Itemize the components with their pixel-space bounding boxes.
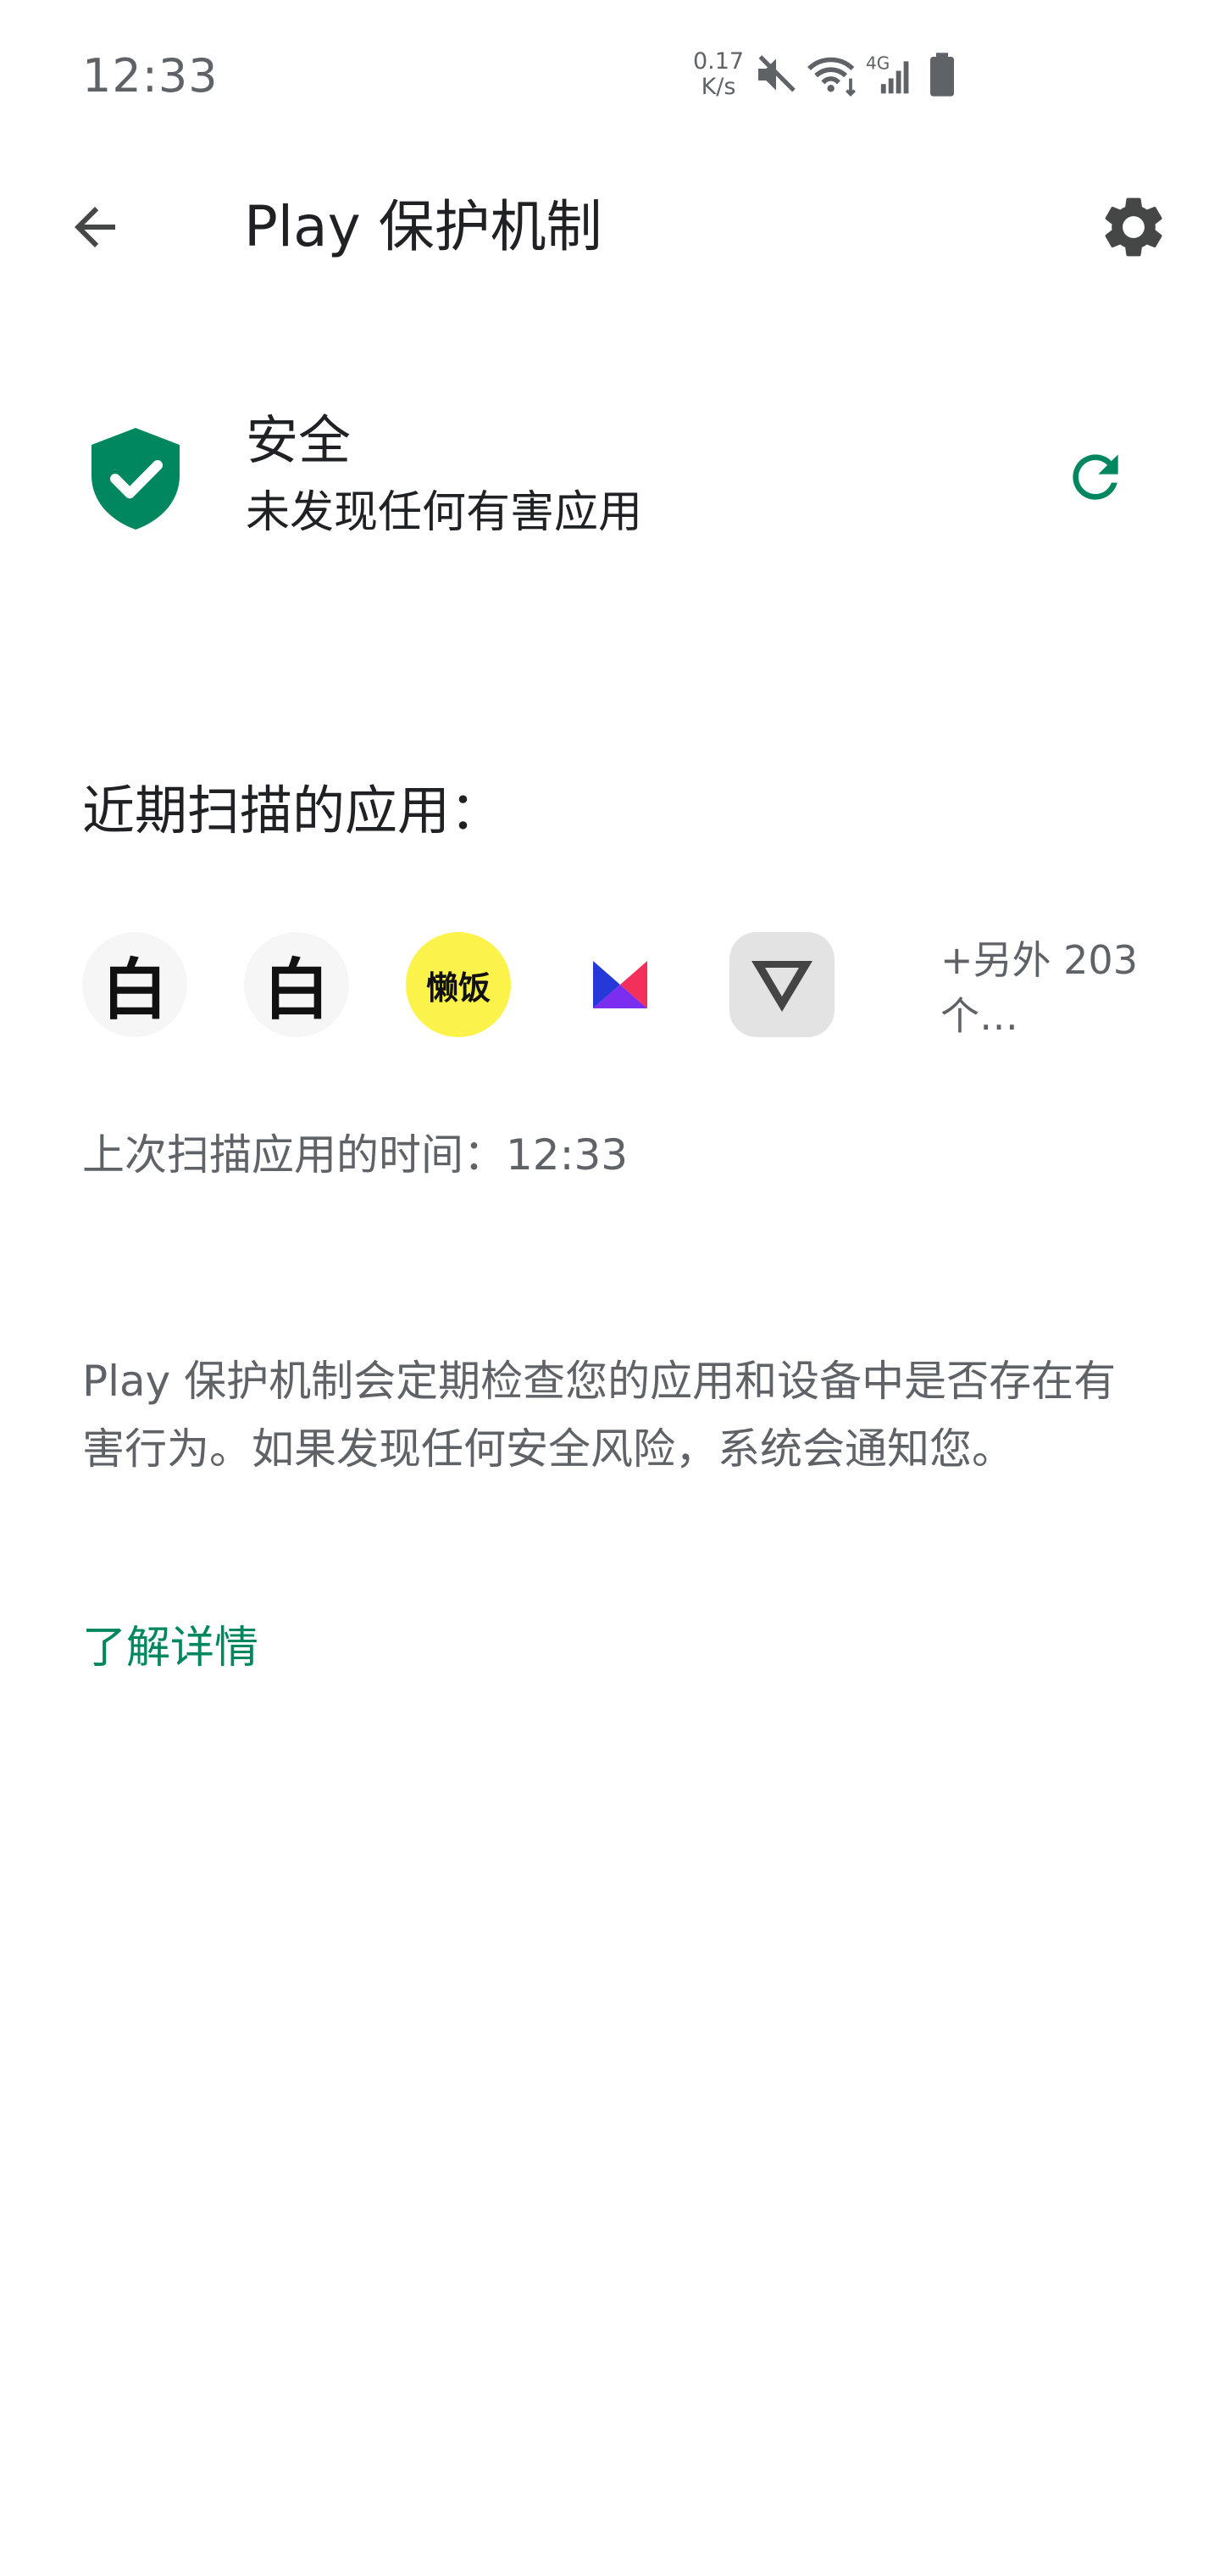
shield-check-icon <box>92 428 180 530</box>
app-icon-label: 白 <box>263 952 330 1029</box>
learn-more-link[interactable]: 了解详情 <box>82 1614 258 1682</box>
wifi-icon <box>805 51 861 102</box>
lanfan-app-icon: 懒饭 <box>406 932 511 1037</box>
app-bar: Play 保护机制 <box>0 161 1220 280</box>
settings-button[interactable] <box>1093 186 1174 268</box>
play-protect-screen: 12:33 0.17 K/s 4G Play 保护机制 安全 未发现任何有害应用… <box>0 0 1220 2576</box>
net-speed-value: 0.17 <box>692 48 745 75</box>
network-type: 4G <box>866 53 890 73</box>
k-app-icon <box>568 932 673 1037</box>
gear-icon <box>1105 197 1162 257</box>
refresh-icon <box>1073 454 1118 500</box>
cellular-signal-icon: 4G <box>866 51 915 102</box>
bai-app-icon: 白 <box>82 932 187 1037</box>
net-speed-unit: K/s <box>701 74 736 100</box>
refresh-button[interactable] <box>1055 436 1136 518</box>
status-title: 安全 <box>246 409 352 471</box>
page-title: Play 保护机制 <box>244 194 602 259</box>
recent-apps-heading: 近期扫描的应用： <box>82 780 503 841</box>
battery-icon <box>925 51 959 102</box>
app-icon-label: 懒饭 <box>425 969 491 1007</box>
status-time: 12:33 <box>82 49 219 103</box>
v-app-icon <box>729 932 835 1037</box>
net-speed: 0.17 K/s <box>685 49 752 100</box>
app-icon-label: 白 <box>101 952 168 1029</box>
status-bar: 12:33 0.17 K/s 4G <box>0 0 1220 153</box>
bai-app-icon: 白 <box>244 932 349 1037</box>
more-apps-count: +另外 203 个… <box>940 937 1138 1039</box>
protect-description: Play 保护机制会定期检查您的应用和设备中是否存在有害行为。如果发现任何安全风… <box>82 1357 1117 1474</box>
last-scan-time: 上次扫描应用的时间：12:33 <box>82 1130 629 1180</box>
mute-icon <box>752 51 800 102</box>
status-subtitle: 未发现任何有害应用 <box>246 487 643 538</box>
arrow-back-icon <box>75 207 115 247</box>
back-button[interactable] <box>54 186 136 268</box>
